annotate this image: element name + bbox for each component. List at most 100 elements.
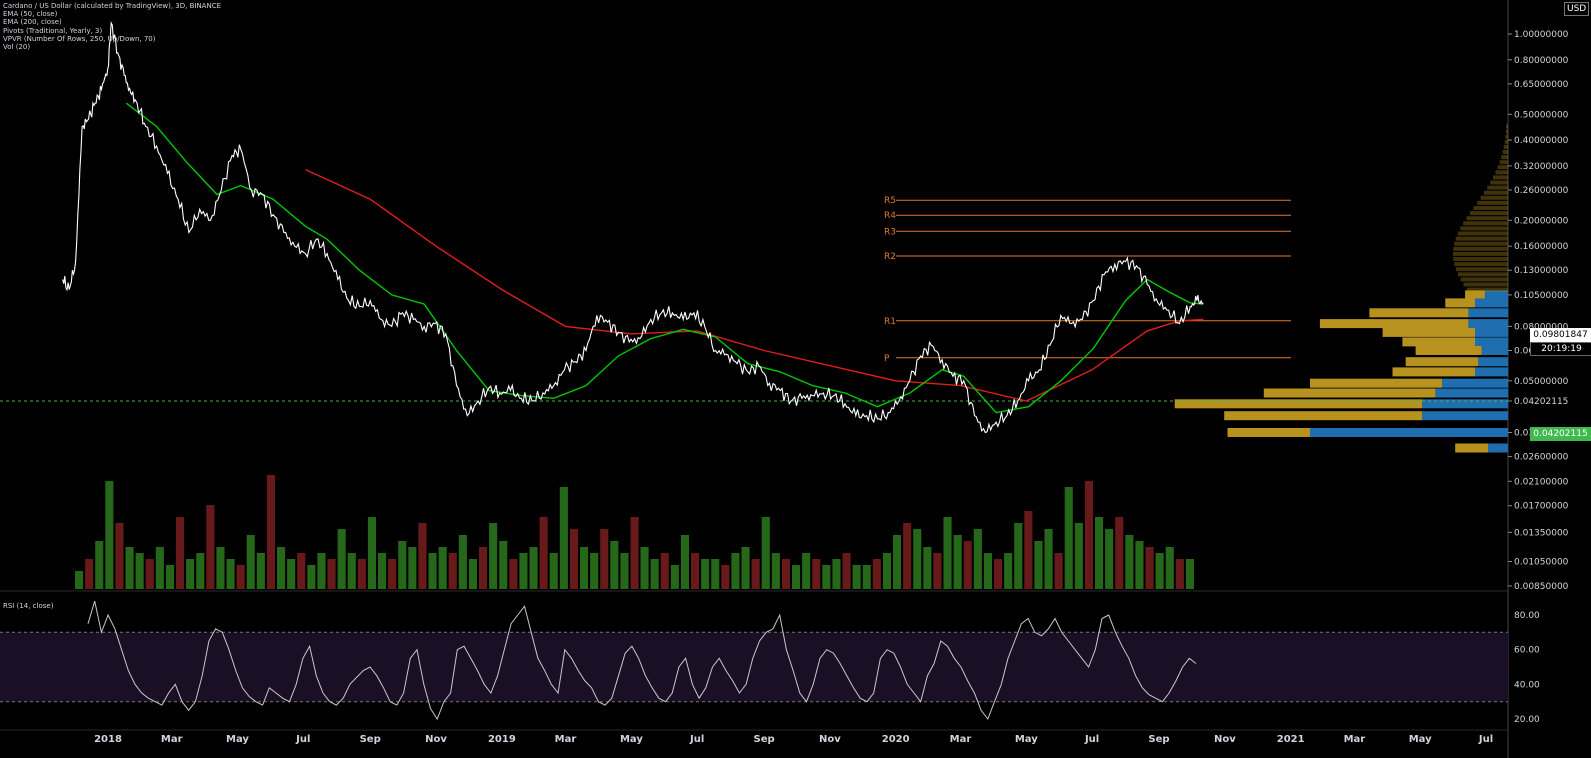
- time-tick-label: Jul: [689, 734, 704, 745]
- volume-bar: [509, 559, 518, 589]
- vpvr-tail-bar: [1458, 272, 1508, 277]
- vpvr-tail-bar: [1453, 257, 1508, 261]
- price-tick-label: 0.13000000: [1514, 266, 1569, 276]
- legend-ema50[interactable]: EMA (50, close): [3, 10, 221, 18]
- volume-bar: [771, 553, 780, 589]
- price-tick-label: 0.16000000: [1514, 242, 1569, 252]
- volume-bar: [1185, 559, 1194, 589]
- vpvr-up-bar: [1468, 308, 1508, 318]
- legend-vol[interactable]: Vol (20): [3, 43, 221, 51]
- volume-bar: [206, 505, 215, 589]
- time-tick-label: Mar: [950, 734, 972, 745]
- pivot-label-r1: R1: [884, 317, 896, 327]
- price-tick-label: 0.02600000: [1514, 453, 1569, 463]
- volume-bar: [923, 547, 932, 589]
- price-tick-label: 0.10500000: [1514, 291, 1569, 301]
- volume-bar: [812, 559, 821, 589]
- price-tick-label: 0.01350000: [1514, 528, 1569, 538]
- volume-bar: [337, 529, 346, 589]
- volume-bar: [277, 547, 286, 589]
- time-tick-label: Jul: [1084, 734, 1099, 745]
- time-tick-label: Nov: [819, 734, 841, 745]
- time-tick-label: May: [1409, 734, 1432, 745]
- volume-bar: [367, 517, 376, 589]
- volume-bar: [1095, 517, 1104, 589]
- volume-bar: [499, 541, 508, 589]
- volume-bar: [468, 559, 477, 589]
- volume-bar: [489, 523, 498, 589]
- ema200-line: [305, 168, 1204, 402]
- volume-bar: [751, 559, 760, 589]
- vpvr-tail-bar: [1455, 267, 1508, 272]
- volume-bar: [590, 553, 599, 589]
- vpvr-tail-bar: [1499, 160, 1508, 165]
- volume-bar: [781, 559, 790, 589]
- vpvr-tail-bar: [1455, 236, 1508, 241]
- price-tick-label: 0.40000000: [1514, 136, 1569, 146]
- volume-bar: [378, 553, 387, 589]
- volume-bar: [388, 559, 397, 589]
- vpvr-up-bar: [1422, 411, 1508, 421]
- volume-bar: [842, 553, 851, 589]
- vpvr-down-bar: [1310, 378, 1442, 388]
- volume-bar: [438, 547, 447, 589]
- volume-bar: [559, 487, 568, 589]
- vpvr-up-bar: [1468, 319, 1508, 329]
- vpvr-tail-bar: [1460, 226, 1508, 231]
- volume-bar: [731, 553, 740, 589]
- volume-bar: [691, 553, 700, 589]
- volume-bar: [701, 559, 710, 589]
- vpvr-down-bar: [1455, 443, 1489, 453]
- vpvr-tail-bar: [1487, 185, 1508, 190]
- legend-pivots[interactable]: Pivots (Traditional, Yearly, 3): [3, 27, 221, 35]
- time-tick-label: May: [1015, 734, 1038, 745]
- legend-title[interactable]: Cardano / US Dollar (calculated by Tradi…: [3, 2, 221, 10]
- vpvr-up-bar: [1484, 290, 1508, 300]
- volume-bar: [1054, 553, 1063, 589]
- vpvr-tail-bar: [1466, 216, 1508, 221]
- time-tick-label: 2020: [882, 734, 910, 745]
- volume-bar: [75, 571, 84, 589]
- volume-bar: [660, 553, 669, 589]
- legend-vpvr[interactable]: VPVR (Number Of Rows, 250, Up/Down, 70): [3, 35, 221, 43]
- price-tick-label: 0.32000000: [1514, 162, 1569, 172]
- volume-bar: [893, 535, 902, 589]
- volume-bar: [1105, 529, 1114, 589]
- vpvr-up-bar: [1478, 357, 1508, 367]
- chart-canvas[interactable]: R5 R4 R3 R2 R1 P 1.00000000 0.80000000 0.650000…: [0, 0, 1591, 758]
- volume-bar: [913, 529, 922, 589]
- rsi-legend[interactable]: RSI (14, close): [3, 602, 53, 610]
- price-tick-label: 0.20000000: [1514, 216, 1569, 226]
- volume-bar: [1004, 553, 1013, 589]
- volume-bar: [539, 517, 548, 589]
- volume-bar: [761, 517, 770, 589]
- volume-bar: [246, 535, 255, 589]
- volume-bars: [75, 475, 1194, 589]
- vpvr-down-bar: [1382, 327, 1475, 337]
- vpvr-down-bar: [1405, 357, 1479, 367]
- price-tick-label: 0.04202115: [1514, 397, 1568, 407]
- vpvr-up-bar: [1475, 337, 1508, 347]
- pivot-label-r2: R2: [884, 252, 896, 262]
- volume-bar: [317, 553, 326, 589]
- volume-bar: [721, 565, 730, 589]
- vpvr-tail-bar: [1457, 231, 1508, 236]
- currency-badge[interactable]: USD: [1564, 2, 1590, 16]
- volume-bar: [963, 541, 972, 589]
- volume-bar: [792, 565, 801, 589]
- time-tick-label: Mar: [555, 734, 577, 745]
- vpvr-tail-bar: [1497, 165, 1508, 170]
- price-tick-label: 0.26000000: [1514, 186, 1569, 196]
- rsi-tick-label: 20.00: [1514, 715, 1540, 725]
- vpvr-up-bar: [1481, 346, 1508, 355]
- vpvr-tail-bar: [1504, 139, 1508, 144]
- volume-bar: [1165, 547, 1174, 589]
- vpvr-down-bar: [1263, 388, 1436, 398]
- volume-bar: [973, 529, 982, 589]
- volume-bar: [226, 559, 235, 589]
- volume-bar: [418, 523, 427, 589]
- legend-ema200[interactable]: EMA (200, close): [3, 18, 221, 26]
- volume-bar: [640, 547, 649, 589]
- rsi-tick-label: 80.00: [1514, 611, 1540, 621]
- volume-bar: [196, 553, 205, 589]
